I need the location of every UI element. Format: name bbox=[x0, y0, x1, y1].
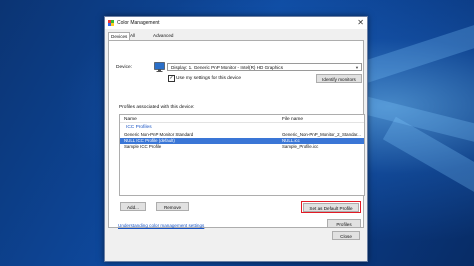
profiles-button[interactable]: Profiles bbox=[327, 219, 361, 228]
understanding-color-management-link[interactable]: Understanding color management settings bbox=[118, 223, 204, 228]
highlight-annotation-box bbox=[301, 201, 361, 213]
use-settings-checkbox[interactable]: ✓ bbox=[168, 75, 175, 82]
close-button[interactable]: Close bbox=[332, 231, 360, 240]
profile-name: Sample ICC Profile bbox=[124, 144, 162, 149]
profiles-list[interactable]: Name File name ICC Profiles Generic Non-… bbox=[119, 114, 365, 196]
identify-monitors-button[interactable]: Identify monitors bbox=[316, 74, 362, 83]
chevron-down-icon: ▼ bbox=[355, 65, 359, 70]
device-label: Device: bbox=[116, 65, 132, 70]
color-management-icon bbox=[108, 20, 114, 26]
device-dropdown-value: Display: 1. Generic PnP Monitor - Intel(… bbox=[171, 65, 283, 70]
title-bar[interactable]: Color Management ✕ bbox=[105, 17, 367, 29]
column-header-divider bbox=[120, 122, 364, 123]
tab-all-profiles[interactable]: All Profiles bbox=[128, 32, 147, 45]
tab-advanced[interactable]: Advanced bbox=[151, 32, 175, 39]
monitor-icon bbox=[154, 62, 165, 72]
device-dropdown[interactable]: Display: 1. Generic PnP Monitor - Intel(… bbox=[167, 63, 362, 71]
profiles-group-label: Profiles associated with this device: bbox=[119, 105, 195, 110]
add-profile-button[interactable]: Add... bbox=[120, 202, 146, 211]
profile-file: Sample_Profile.icc bbox=[282, 144, 319, 149]
profile-row[interactable]: Sample ICC Profile Sample_Profile.icc bbox=[120, 144, 364, 150]
color-management-window: Color Management ✕ Devices All Profiles … bbox=[104, 16, 368, 262]
use-settings-label: Use my settings for this device bbox=[176, 76, 242, 81]
window-title: Color Management bbox=[117, 20, 160, 26]
icc-profiles-group-heading: ICC Profiles bbox=[126, 125, 152, 130]
devices-panel: Device: Display: 1. Generic PnP Monitor … bbox=[108, 40, 365, 228]
close-window-icon[interactable]: ✕ bbox=[357, 18, 364, 27]
remove-profile-button[interactable]: Remove bbox=[156, 202, 189, 211]
